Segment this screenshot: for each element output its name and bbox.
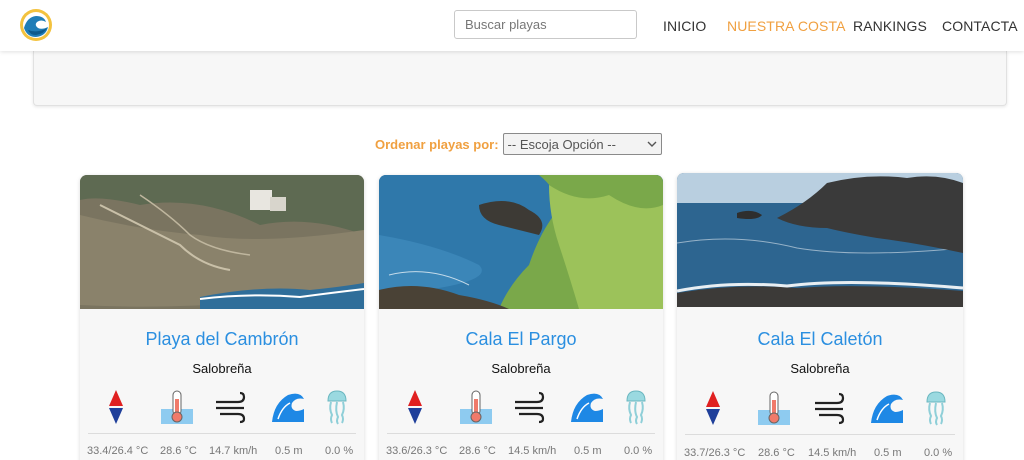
temperature-range-icon: [706, 391, 720, 425]
temperature-range-icon: [109, 390, 123, 424]
beach-card[interactable]: Playa del Cambrón Salobreña 33.4/26.4 °C…: [80, 175, 364, 460]
navbar: INICIO NUESTRA COSTA RANKINGS CONTACTA: [0, 0, 1024, 51]
beach-card[interactable]: Cala El Pargo Salobreña 33.6/26.3 °C 28.…: [379, 175, 663, 460]
beach-card[interactable]: Cala El Caletón Salobreña 33.7/26.3 °C 2…: [677, 173, 963, 460]
wave-icon: [871, 394, 903, 423]
jellyfish-icon: [626, 390, 646, 425]
wind-stat: 14.7 km/h: [209, 445, 258, 457]
wind-stat: 14.5 km/h: [508, 445, 557, 457]
air-temp-stat: 33.6/26.3 °C: [386, 445, 448, 457]
jellyfish-icon: [327, 390, 347, 425]
air-temp-stat: 33.4/26.4 °C: [87, 445, 149, 457]
weather-icons: [677, 390, 963, 430]
weather-stats: 33.6/26.3 °C 28.6 °C 14.5 km/h 0.5 m 0.0…: [379, 445, 663, 459]
waves-stat: 0.5 m: [574, 445, 602, 457]
wave-icon: [272, 393, 304, 422]
water-temperature-icon: [758, 391, 790, 425]
weather-icons: [80, 389, 364, 429]
water-temperature-icon: [161, 390, 193, 424]
sort-label: Ordenar playas por:: [375, 136, 499, 152]
nav-link-nuestra-costa[interactable]: NUESTRA COSTA: [727, 18, 846, 34]
wave-icon: [571, 393, 603, 422]
jellyfish-icon: [926, 391, 946, 426]
waves-stat: 0.5 m: [275, 445, 303, 457]
jellyfish-stat: 0.0 %: [325, 445, 354, 457]
sort-row: Ordenar playas por: -- Escoja Opción --: [375, 133, 662, 155]
temperature-range-icon: [408, 390, 422, 424]
beach-photo[interactable]: [677, 173, 963, 307]
card-divider: [387, 433, 655, 434]
sort-select-value: -- Escoja Opción --: [507, 136, 616, 152]
waves-stat: 0.5 m: [874, 447, 902, 459]
weather-stats: 33.4/26.4 °C 28.6 °C 14.7 km/h 0.5 m 0.0…: [80, 445, 364, 459]
weather-stats: 33.7/26.3 °C 28.6 °C 14.5 km/h 0.5 m 0.0…: [677, 447, 963, 460]
water-temp-stat: 28.6 °C: [160, 445, 197, 457]
nav-link-inicio[interactable]: INICIO: [663, 18, 706, 34]
jellyfish-stat: 0.0 %: [624, 445, 653, 457]
beach-town: Salobreña: [192, 361, 252, 376]
sort-select[interactable]: -- Escoja Opción --: [502, 133, 662, 155]
beach-name[interactable]: Playa del Cambrón: [80, 329, 364, 350]
air-temp-stat: 33.7/26.3 °C: [684, 447, 746, 459]
wind-icon: [216, 391, 246, 424]
jellyfish-stat: 0.0 %: [924, 447, 953, 459]
beach-photo[interactable]: [80, 175, 364, 309]
beach-town: Salobreña: [491, 361, 551, 376]
nav-link-contacta[interactable]: CONTACTA: [942, 18, 1018, 34]
beach-photo[interactable]: [379, 175, 663, 309]
wind-icon: [815, 392, 845, 425]
nav-link-rankings[interactable]: RANKINGS: [853, 18, 927, 34]
water-temp-stat: 28.6 °C: [459, 445, 496, 457]
chevron-down-icon: [647, 141, 657, 147]
water-temperature-icon: [460, 390, 492, 424]
search-input[interactable]: [454, 10, 637, 39]
card-divider: [88, 433, 356, 434]
wind-icon: [515, 391, 545, 424]
card-divider: [685, 434, 955, 435]
weather-icons: [379, 389, 663, 429]
wave-logo-icon[interactable]: [19, 8, 53, 42]
beach-town: Salobreña: [790, 361, 850, 376]
beach-name[interactable]: Cala El Pargo: [379, 329, 663, 350]
top-panel: [33, 51, 1007, 106]
water-temp-stat: 28.6 °C: [758, 447, 795, 459]
beach-name[interactable]: Cala El Caletón: [677, 329, 963, 350]
wind-stat: 14.5 km/h: [808, 447, 857, 459]
